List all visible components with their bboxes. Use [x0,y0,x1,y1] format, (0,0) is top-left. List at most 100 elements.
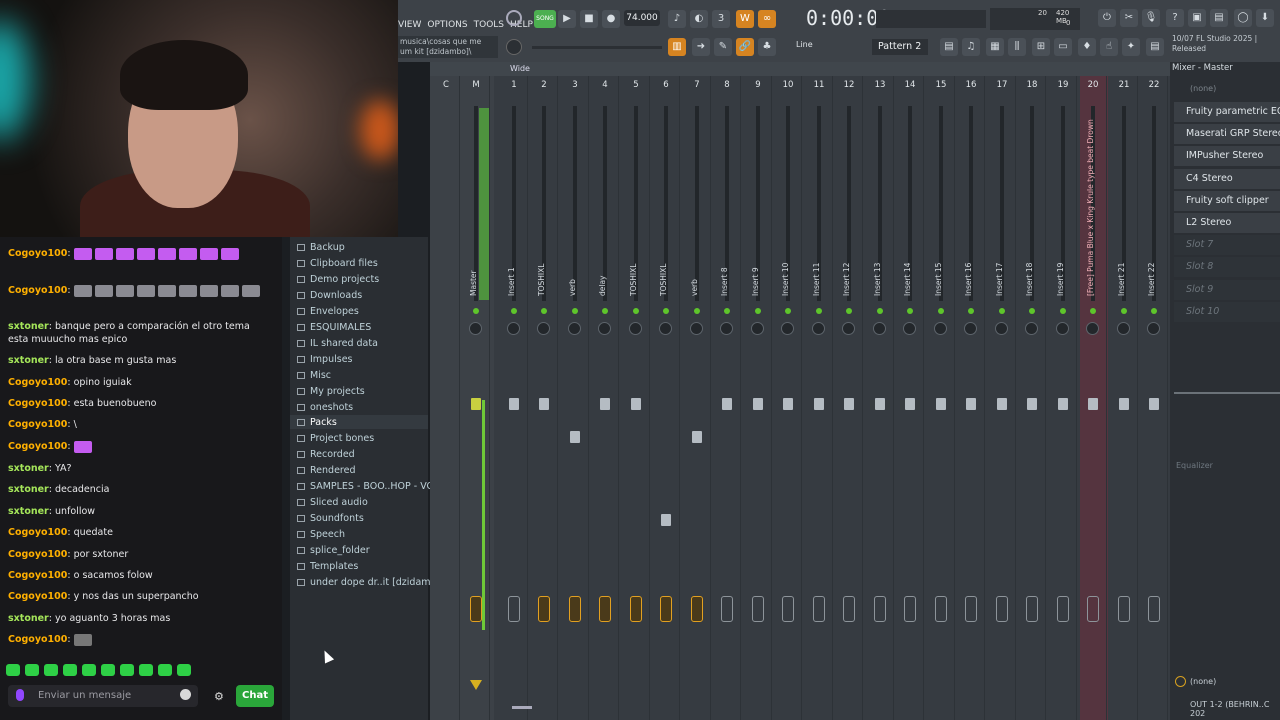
mixer-strip-10[interactable]: 10 Insert 10 [774,76,802,720]
volume-fader[interactable] [1088,398,1098,410]
route-send-icon[interactable] [904,596,916,622]
mixer-scrollbar[interactable] [512,706,532,709]
pattern-mode-icon[interactable]: ▥ [668,38,686,56]
mixer-strip-5[interactable]: 5 TOSHIXL [622,76,650,720]
emote-bar[interactable] [6,661,196,680]
input-routing-icon[interactable] [1175,676,1186,687]
volume-fader[interactable] [1119,398,1129,410]
route-send-icon[interactable] [1087,596,1099,622]
emote-icon[interactable] [6,664,20,676]
browser-folder[interactable]: Demo projects [297,274,379,285]
chat-username[interactable]: sxtoner [8,355,49,366]
strip-enable-led[interactable] [785,308,791,314]
browser-folder[interactable]: under dope dr..it [dzidambo] [297,577,446,588]
browser-folder[interactable]: ESQUIMALES [297,322,371,333]
mixer-strip-9[interactable]: 9 Insert 9 [744,76,772,720]
pan-knob[interactable] [659,322,672,335]
record-mode-icon[interactable] [506,10,522,26]
strip-label[interactable]: Insert 12 [842,256,856,296]
power-icon[interactable]: ⏻ [1098,9,1116,27]
browser-folder[interactable]: Envelopes [297,306,359,317]
channel-rack-icon[interactable]: ▦ [986,38,1004,56]
fx-slot-2[interactable]: Maserati GRP Stereo [1174,124,1280,145]
mixer-strip-12[interactable]: 12 Insert 12 [835,76,863,720]
loop-record-icon[interactable]: ∞ [758,10,776,28]
volume-fader[interactable] [539,398,549,410]
volume-fader[interactable] [783,398,793,410]
strip-label[interactable]: Insert 11 [812,256,826,296]
route-send-icon[interactable] [874,596,886,622]
chat-username[interactable]: Cogoyo100 [8,441,67,452]
mixer-width-label[interactable]: Wide [510,64,530,73]
menu-options[interactable]: OPTIONS [427,20,467,30]
master-pitch-slider[interactable] [532,46,662,49]
strip-enable-led[interactable] [1060,308,1066,314]
play-button[interactable]: ▶ [558,10,576,28]
strip-label[interactable]: Insert 22 [1147,256,1161,296]
mixer-strip-18[interactable]: 18 Insert 18 [1018,76,1046,720]
route-send-icon[interactable] [630,596,642,622]
download-icon[interactable]: ⬇ [1256,9,1274,27]
chat-input[interactable]: Enviar un mensaje [8,685,198,707]
song-mode-button[interactable]: SONG [534,10,556,28]
chat-username[interactable]: Cogoyo100 [8,419,67,430]
wait-icon[interactable]: ◐ [690,10,708,28]
chat-username[interactable]: Cogoyo100 [8,377,67,388]
chat-username[interactable]: Cogoyo100 [8,285,67,296]
emote-icon[interactable] [25,664,39,676]
pan-knob[interactable] [1025,322,1038,335]
pan-knob[interactable] [507,322,520,335]
browser-icon[interactable]: ⊞ [1032,38,1050,56]
mixer-strip-3[interactable]: 3 verb [561,76,589,720]
strip-enable-led[interactable] [755,308,761,314]
chat-username[interactable]: sxtoner [8,321,49,332]
browser-folder[interactable]: Backup [297,242,345,253]
eq-curve[interactable] [1174,392,1280,394]
strip-enable-led[interactable] [816,308,822,314]
pattern-selector[interactable]: Pattern 2 [872,39,928,55]
chat-username[interactable]: Cogoyo100 [8,527,67,538]
volume-fader[interactable] [600,398,610,410]
pan-knob[interactable] [812,322,825,335]
strip-label[interactable]: Insert 9 [751,256,765,296]
emote-icon[interactable] [158,664,172,676]
fx-slot-7[interactable]: Slot 7 [1174,235,1280,256]
strip-label[interactable]: verb [568,256,582,296]
strip-label[interactable]: TOSHIXL [537,256,551,296]
route-send-icon[interactable] [691,596,703,622]
route-send-icon[interactable] [599,596,611,622]
mixer-strip-15[interactable]: 15 Insert 15 [927,76,955,720]
emote-icon[interactable] [63,664,77,676]
pan-knob[interactable] [720,322,733,335]
route-send-icon[interactable] [843,596,855,622]
strip-enable-led[interactable] [907,308,913,314]
volume-fader[interactable] [997,398,1007,410]
fx-slot-8[interactable]: Slot 8 [1174,257,1280,278]
mixer-strip-20[interactable]: 20 [Free] Puma Blue x King Krule type bea… [1079,76,1107,720]
strip-label[interactable]: Insert 15 [934,256,948,296]
mic-icon[interactable]: 🎙 [1142,9,1160,27]
strip-enable-led[interactable] [1151,308,1157,314]
menu-tools[interactable]: TOOLS [474,20,504,30]
browser-folder[interactable]: oneshots [297,402,353,413]
strip-enable-led[interactable] [572,308,578,314]
pan-knob[interactable] [1086,322,1099,335]
strip-enable-led[interactable] [633,308,639,314]
emote-icon[interactable] [120,664,134,676]
route-send-icon[interactable] [660,596,672,622]
pan-knob[interactable] [629,322,642,335]
volume-fader[interactable] [1058,398,1068,410]
mixer-strip-c[interactable]: C [432,76,460,720]
chat-username[interactable]: sxtoner [8,613,49,624]
strip-label[interactable]: Insert 1 [507,256,521,296]
fx-slot-6[interactable]: L2 Stereo [1174,213,1280,233]
route-send-icon[interactable] [508,596,520,622]
tools-icon[interactable]: ✦ [1122,38,1140,56]
fx-slot-1[interactable]: Fruity parametric EQ 2 [1174,102,1280,122]
mixer-strip-6[interactable]: 6 TOSHIXL [652,76,680,720]
mixer-strip-7[interactable]: 7 verb [683,76,711,720]
route-send-icon[interactable] [996,596,1008,622]
browser-folder[interactable]: splice_folder [297,545,370,556]
volume-fader[interactable] [844,398,854,410]
route-send-icon[interactable] [538,596,550,622]
